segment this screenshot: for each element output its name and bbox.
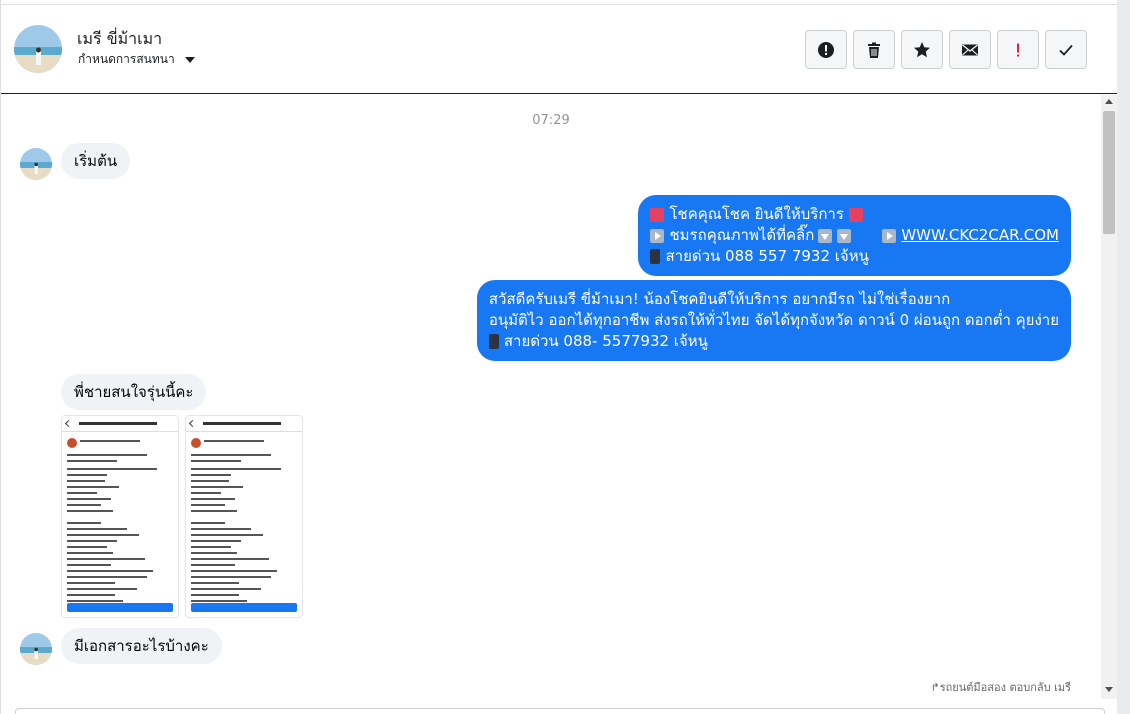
- incoming-message-bubble[interactable]: เริ่มต้น: [61, 143, 131, 179]
- reply-note-text: รถยนต์มือสอง ตอบกลับ เมรี: [939, 681, 1071, 694]
- conversation-settings-dropdown[interactable]: กำหนดการสนทนา: [78, 50, 195, 69]
- sender-avatar: [20, 148, 52, 180]
- reply-note: ↱รถยนต์มือสอง ตอบกลับ เมรี: [931, 678, 1071, 696]
- contact-avatar[interactable]: [14, 25, 62, 73]
- play-button-emoji-icon: [650, 228, 665, 243]
- scrollbar-thumb[interactable]: [1103, 111, 1115, 234]
- checkmark-icon: [1059, 44, 1073, 56]
- messenger-window: เมรี ขี่ม้าเมา กำหนดการสนทนา 07:29 เริ่ม…: [0, 0, 1130, 714]
- envelope-icon: [962, 43, 978, 55]
- down-arrow-emoji-icon: [818, 228, 833, 243]
- contact-name: เมรี ขี่ม้าเมา: [77, 29, 163, 48]
- message-line: อนุมัติไว ออกได้ทุกอาชีพ ส่งรถให้ทั่วไทย…: [489, 310, 1059, 331]
- message-text: อนุมัติไว ออกได้ทุกอาชีพ ส่งรถให้ทั่วไทย…: [488, 311, 1059, 329]
- trash-icon: [868, 42, 880, 58]
- incoming-message-bubble[interactable]: มีเอกสารอะไรบ้างคะ: [61, 628, 222, 664]
- image-attachment[interactable]: [185, 415, 303, 618]
- message-scrollbar[interactable]: [1101, 95, 1117, 699]
- outgoing-message-bubble[interactable]: โชคคุณโชค ยินดีให้บริการ ชมรถคุณภาพได้ที…: [638, 195, 1071, 276]
- mobile-phone-emoji-icon: [650, 249, 661, 264]
- boom-emoji-icon: [650, 207, 665, 222]
- caret-down-icon: [184, 56, 195, 63]
- outgoing-message-bubble[interactable]: สวัสดีครับเมรี ขี่ม้าเมา! น้องโชคยินดีให…: [476, 280, 1071, 361]
- conversation-header: เมรี ขี่ม้าเมา กำหนดการสนทนา: [1, 4, 1117, 94]
- mark-done-button[interactable]: [1045, 30, 1087, 69]
- window-edge: [1117, 0, 1130, 714]
- image-attachment[interactable]: [61, 415, 179, 618]
- delete-button[interactable]: [853, 30, 895, 69]
- star-button[interactable]: [901, 30, 943, 69]
- message-text: มีเอกสารอะไรบ้างคะ: [74, 637, 209, 655]
- reply-arrow-icon: ↱: [930, 681, 940, 694]
- red-exclamation-icon: [1017, 43, 1019, 56]
- message-text: โชคคุณโชค ยินดีให้บริการ: [669, 205, 844, 223]
- mark-spam-button[interactable]: [805, 30, 847, 69]
- message-text: สายด่วน 088- 5577932 เจ้หนู: [503, 332, 708, 350]
- message-text: ชมรถคุณภาพได้ที่คลิ๊ก: [669, 226, 815, 244]
- play-button-emoji-icon: [882, 228, 897, 243]
- message-line: สายด่วน 088 557 7932 เจ้หนู: [650, 246, 1059, 267]
- sender-avatar: [20, 633, 52, 665]
- incoming-message-bubble[interactable]: พี่ชายสนใจรุ่นนี้คะ: [61, 374, 207, 410]
- message-text: เริ่มต้น: [74, 152, 118, 170]
- message-composer[interactable]: [15, 708, 1105, 714]
- message-thread: 07:29 เริ่มต้น โชคคุณโชค ยินดีให้บริการ …: [1, 95, 1117, 709]
- message-line: สวัสดีครับเมรี ขี่ม้าเมา! น้องโชคยินดีให…: [489, 289, 1059, 310]
- website-link[interactable]: WWW.CKC2CAR.COM: [901, 225, 1059, 246]
- follow-up-button[interactable]: [997, 30, 1039, 69]
- exclamation-circle-icon: [818, 41, 834, 58]
- message-text: สายด่วน 088 557 7932 เจ้หนู: [665, 247, 869, 265]
- message-line: โชคคุณโชค ยินดีให้บริการ: [650, 204, 1059, 225]
- mobile-phone-emoji-icon: [488, 334, 499, 349]
- image-attachments: [61, 415, 303, 618]
- message-text: พี่ชายสนใจรุ่นนี้คะ: [74, 383, 194, 401]
- message-line: สายด่วน 088- 5577932 เจ้หนู: [488, 331, 1059, 352]
- boom-emoji-icon: [848, 207, 863, 222]
- scroll-up-arrow-icon[interactable]: [1105, 99, 1113, 104]
- message-line: ชมรถคุณภาพได้ที่คลิ๊ก WWW.CKC2CAR.COM: [650, 225, 1059, 246]
- conversation-settings-label: กำหนดการสนทนา: [78, 52, 175, 66]
- scroll-down-arrow-icon[interactable]: [1105, 687, 1113, 692]
- mark-unread-button[interactable]: [949, 30, 991, 69]
- down-arrow-emoji-icon: [837, 228, 852, 243]
- message-timestamp: 07:29: [532, 113, 570, 128]
- message-text: สวัสดีครับเมรี ขี่ม้าเมา! น้องโชคยินดีให…: [488, 290, 951, 308]
- star-icon: [914, 41, 930, 57]
